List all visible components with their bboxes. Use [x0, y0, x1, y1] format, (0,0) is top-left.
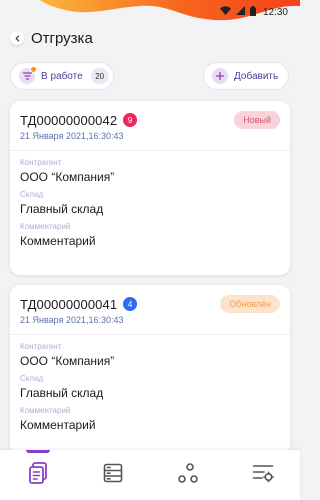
documents-icon: [28, 461, 48, 489]
document-date: 21 Января 2021,16:30:43: [20, 315, 124, 325]
in-work-count: 20: [90, 68, 109, 84]
add-label: Добавить: [234, 70, 279, 82]
chevron-left-icon: [14, 29, 21, 47]
comment-label: Комментарий: [20, 222, 71, 231]
counterparty-value: ООО “Компания”: [20, 354, 115, 368]
signal-icon: [235, 6, 245, 18]
plus-icon: [212, 68, 228, 84]
in-work-label: В работе: [41, 70, 83, 82]
card-header: ТД00000000042 9 Новый: [20, 111, 280, 129]
bottom-navigation: [0, 450, 300, 500]
document-number: ТД00000000041: [20, 296, 118, 312]
shipment-card[interactable]: ТД00000000041 4 Обновлён 21 Января 2021,…: [10, 285, 290, 455]
document-number: ТД00000000042: [20, 112, 118, 128]
page-title: Отгрузка: [31, 29, 93, 47]
filter-active-dot: [30, 66, 37, 73]
wifi-icon: [219, 6, 231, 18]
card-header: ТД00000000041 4 Обновлён: [20, 295, 280, 313]
status-badge: Обновлён: [220, 295, 280, 313]
battery-icon: [249, 5, 256, 19]
comment-value: Комментарий: [20, 234, 96, 248]
nodes-icon: [177, 462, 199, 489]
card-divider: [10, 150, 290, 151]
storage-icon: [103, 463, 123, 488]
back-button[interactable]: [10, 31, 24, 45]
settings-list-icon: [252, 463, 274, 488]
add-button[interactable]: Добавить: [203, 62, 289, 90]
status-bar: 12:30: [0, 0, 300, 24]
warehouse-value: Главный склад: [20, 202, 104, 216]
warehouse-value: Главный склад: [20, 386, 104, 400]
count-badge: 4: [123, 297, 138, 311]
warehouse-label: Склад: [20, 374, 44, 383]
count-badge: 9: [123, 113, 138, 127]
counterparty-label: Контрагент: [20, 158, 62, 167]
counterparty-value: ООО “Компания”: [20, 170, 115, 184]
status-badge: Новый: [234, 111, 280, 129]
document-date: 21 Января 2021,16:30:43: [20, 131, 124, 141]
filter-icon: [19, 66, 37, 84]
in-work-filter-chip[interactable]: В работе 20: [10, 62, 114, 90]
comment-value: Комментарий: [20, 418, 96, 432]
warehouse-label: Склад: [20, 190, 44, 199]
nav-settings[interactable]: [238, 450, 288, 500]
app-header: Отгрузка: [0, 24, 300, 52]
nav-storage[interactable]: [88, 450, 138, 500]
status-time: 12:30: [262, 6, 288, 18]
comment-label: Комментарий: [20, 406, 71, 415]
filter-row: В работе 20 Добавить: [0, 62, 300, 90]
shipment-card[interactable]: ТД00000000042 9 Новый 21 Января 2021,16:…: [10, 101, 290, 275]
counterparty-label: Контрагент: [20, 342, 62, 351]
nav-documents[interactable]: [13, 450, 63, 500]
nav-nodes[interactable]: [163, 450, 213, 500]
card-divider: [10, 334, 290, 335]
active-tab-indicator: [25, 450, 50, 453]
